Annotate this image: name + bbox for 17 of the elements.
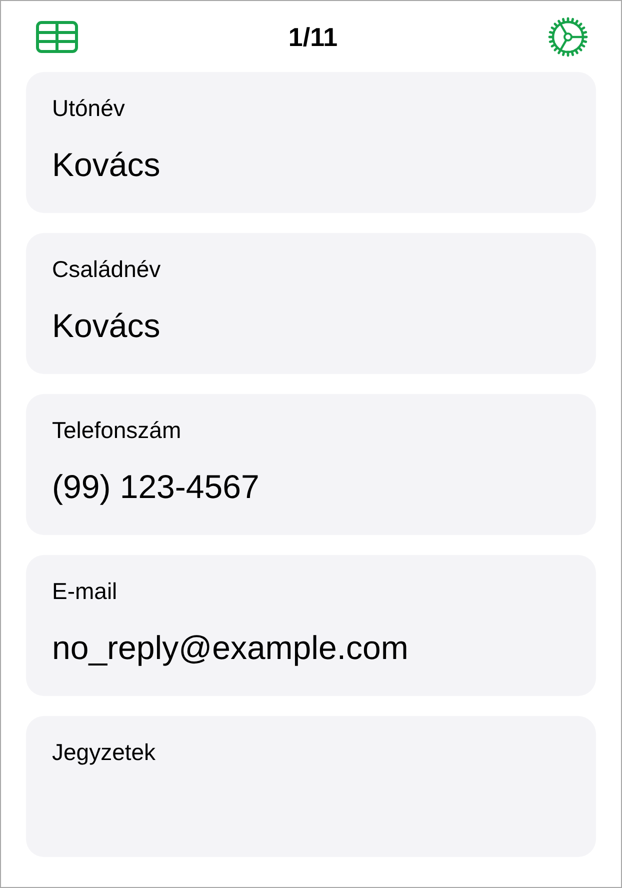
text-field[interactable]: Jegyzetek [26, 716, 596, 857]
field-label: Utónév [52, 94, 125, 122]
table-icon[interactable] [36, 20, 78, 52]
field-label: Családnév [52, 255, 161, 283]
field-label: E-mail [52, 577, 118, 605]
field-value: Kovács [52, 145, 160, 185]
text-field[interactable]: Családnév Kovács [26, 233, 596, 374]
field-value: Kovács [52, 306, 160, 346]
settings-icon[interactable] [548, 16, 588, 56]
text-field[interactable]: Telefonszám (99) 123-4567 [26, 394, 596, 535]
text-field[interactable]: Utónév Kovács [26, 72, 596, 213]
record-counter: 1/11 [288, 24, 338, 50]
text-field[interactable]: E-mail no_reply@example.com [26, 555, 596, 696]
field-value: (99) 123-4567 [52, 467, 260, 507]
field-label: Jegyzetek [52, 738, 156, 766]
field-value: no_reply@example.com [52, 628, 408, 668]
field-label: Telefonszám [52, 416, 182, 444]
